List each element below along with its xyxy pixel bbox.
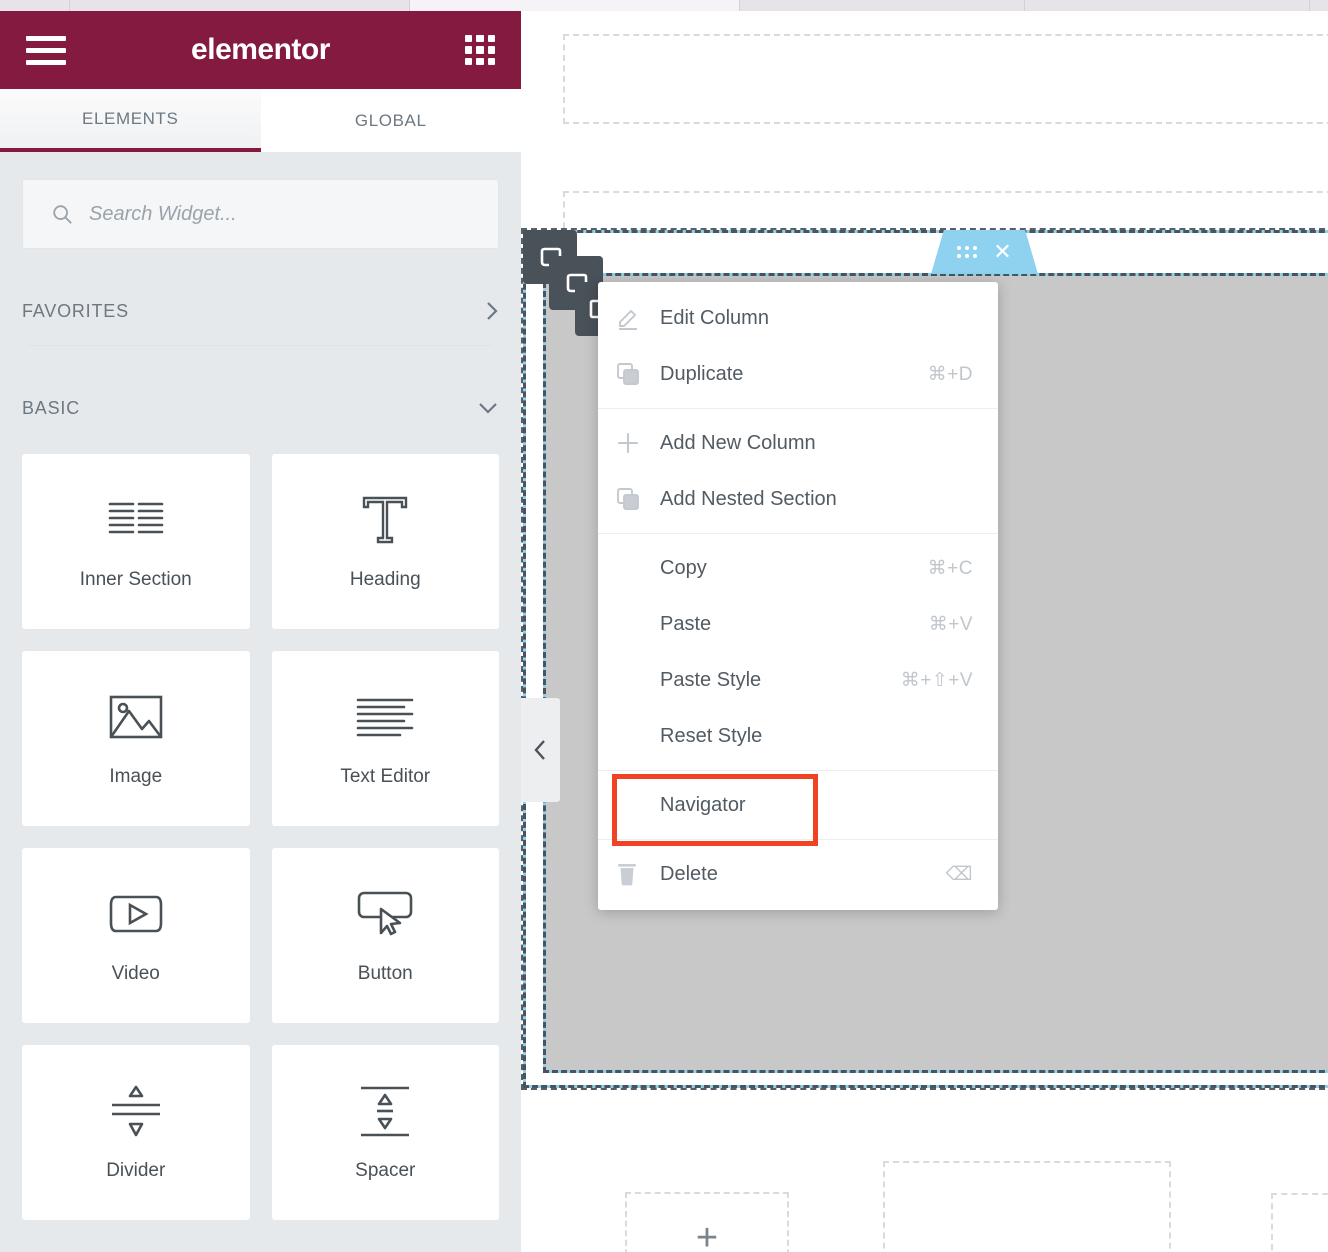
context-menu-item-reset-style[interactable]: Reset Style	[598, 708, 998, 764]
tab-global[interactable]: GLOBAL	[260, 89, 521, 152]
pencil-icon	[616, 306, 660, 330]
widget-label: Video	[111, 962, 160, 984]
widget-video[interactable]: Video	[22, 848, 250, 1023]
context-menu-item-shortcut: ⌘+D	[927, 363, 973, 385]
context-menu-item-paste[interactable]: Paste ⌘+V	[598, 596, 998, 652]
browser-tab[interactable]	[1025, 0, 1310, 11]
widget-label: Spacer	[355, 1159, 416, 1181]
context-menu-item-label: Duplicate	[660, 362, 744, 385]
chevron-down-icon	[479, 403, 497, 414]
panel-tabs: ELEMENTS GLOBAL	[0, 89, 521, 152]
category-label: BASIC	[22, 397, 81, 418]
column-context-menu: Edit Column Duplicate ⌘+D Add New Column Add…	[598, 282, 998, 910]
widget-text-editor[interactable]: Text Editor	[271, 651, 499, 826]
context-menu-item-label: Delete	[660, 862, 718, 885]
widget-image[interactable]: Image	[22, 651, 250, 826]
button-cursor-icon	[356, 887, 414, 941]
widget-label: Image	[109, 765, 163, 787]
context-menu-item-shortcut: ⌘+V	[928, 613, 973, 635]
add-section-placeholder[interactable]: +	[625, 1192, 789, 1252]
context-menu-item-edit-column[interactable]: Edit Column	[598, 290, 998, 346]
copy-icon	[616, 362, 660, 386]
elementor-panel: elementor ELEMENTS GLOBAL FAVORITES	[0, 11, 521, 1252]
hamburger-menu-icon[interactable]	[26, 35, 66, 65]
section-handle-tab[interactable]: ✕	[931, 230, 1038, 274]
category-label: FAVORITES	[22, 300, 129, 321]
empty-section-placeholder[interactable]	[1271, 1193, 1328, 1252]
elementor-logo: elementor	[191, 33, 330, 66]
browser-tab[interactable]	[70, 0, 410, 11]
search-input[interactable]	[89, 202, 470, 226]
context-menu-item-label: Add New Column	[660, 431, 816, 454]
image-icon	[109, 690, 163, 744]
context-menu-separator	[598, 839, 998, 840]
widget-spacer[interactable]: Spacer	[271, 1045, 499, 1220]
collapse-panel-button[interactable]	[521, 698, 560, 802]
apps-grid-icon[interactable]	[465, 35, 495, 65]
context-menu-item-shortcut: ⌘+⇧+V	[900, 669, 973, 691]
heading-t-icon	[360, 493, 410, 547]
context-menu-item-duplicate[interactable]: Duplicate ⌘+D	[598, 346, 998, 402]
category-basic[interactable]: BASIC	[22, 374, 499, 442]
category-divider	[28, 345, 493, 346]
browser-tab-strip	[0, 0, 1328, 11]
empty-section-placeholder[interactable]	[883, 1161, 1171, 1252]
spacer-icon	[355, 1084, 415, 1138]
browser-tab[interactable]	[0, 0, 70, 11]
context-menu-item-label: Reset Style	[660, 724, 763, 747]
search-icon	[53, 205, 72, 224]
close-x-icon[interactable]: ✕	[993, 241, 1011, 263]
widget-label: Text Editor	[340, 765, 431, 787]
context-menu-item-label: Copy	[660, 556, 707, 579]
widget-label: Inner Section	[79, 568, 192, 590]
widget-grid: Inner Section Heading Image Text Editor …	[22, 454, 499, 1220]
panel-body: FAVORITES BASIC	[0, 152, 521, 1252]
context-menu-item-label: Paste Style	[660, 668, 762, 691]
category-favorites[interactable]: FAVORITES	[22, 277, 499, 345]
context-menu-item-add-nested-section[interactable]: Add Nested Section	[598, 471, 998, 527]
context-menu-separator	[598, 408, 998, 409]
context-menu-item-paste-style[interactable]: Paste Style ⌘+⇧+V	[598, 652, 998, 708]
widget-inner-section[interactable]: Inner Section	[22, 454, 250, 629]
video-play-icon	[108, 887, 164, 941]
context-menu-separator	[598, 533, 998, 534]
editor-canvas: ✕ + Edit Column Duplicate ⌘+D Add New Co…	[521, 11, 1328, 1252]
context-menu-item-label: Navigator	[660, 793, 746, 816]
context-menu-item-shortcut: ⌘+C	[927, 557, 973, 579]
browser-tab[interactable]	[410, 0, 740, 11]
divider-icon	[106, 1084, 166, 1138]
widget-label: Heading	[349, 568, 421, 590]
inner-section-icon	[108, 493, 164, 547]
drag-dots-icon[interactable]	[957, 246, 978, 258]
context-menu-item-label: Paste	[660, 612, 712, 635]
context-menu-item-shortcut: ⌫	[945, 863, 973, 885]
elementor-editor: elementor ELEMENTS GLOBAL FAVORITES	[0, 0, 1328, 1252]
context-menu-item-label: Edit Column	[660, 306, 769, 329]
context-menu-item-delete[interactable]: Delete ⌫	[598, 846, 998, 902]
trash-icon	[616, 862, 660, 886]
plus-icon: +	[695, 1217, 719, 1252]
context-menu-item-navigator[interactable]: Navigator	[598, 774, 998, 846]
widget-label: Divider	[106, 1159, 166, 1181]
browser-tab[interactable]	[740, 0, 1025, 11]
chevron-left-icon	[533, 740, 545, 760]
widget-label: Button	[357, 962, 413, 984]
widget-button[interactable]: Button	[271, 848, 499, 1023]
widget-heading[interactable]: Heading	[271, 454, 499, 629]
context-menu-separator	[598, 770, 998, 771]
empty-section-placeholder[interactable]	[563, 34, 1328, 124]
plus-icon	[616, 431, 660, 455]
context-menu-item-label: Add Nested Section	[660, 487, 837, 510]
tab-elements[interactable]: ELEMENTS	[0, 89, 261, 152]
copy-icon	[616, 487, 660, 511]
text-editor-icon	[356, 690, 414, 744]
widget-divider[interactable]: Divider	[22, 1045, 250, 1220]
search-widget-box[interactable]	[22, 179, 499, 249]
context-menu-item-copy[interactable]: Copy ⌘+C	[598, 540, 998, 596]
context-menu-item-add-new-column[interactable]: Add New Column	[598, 415, 998, 471]
panel-header: elementor	[0, 11, 521, 89]
chevron-right-icon	[487, 302, 498, 320]
